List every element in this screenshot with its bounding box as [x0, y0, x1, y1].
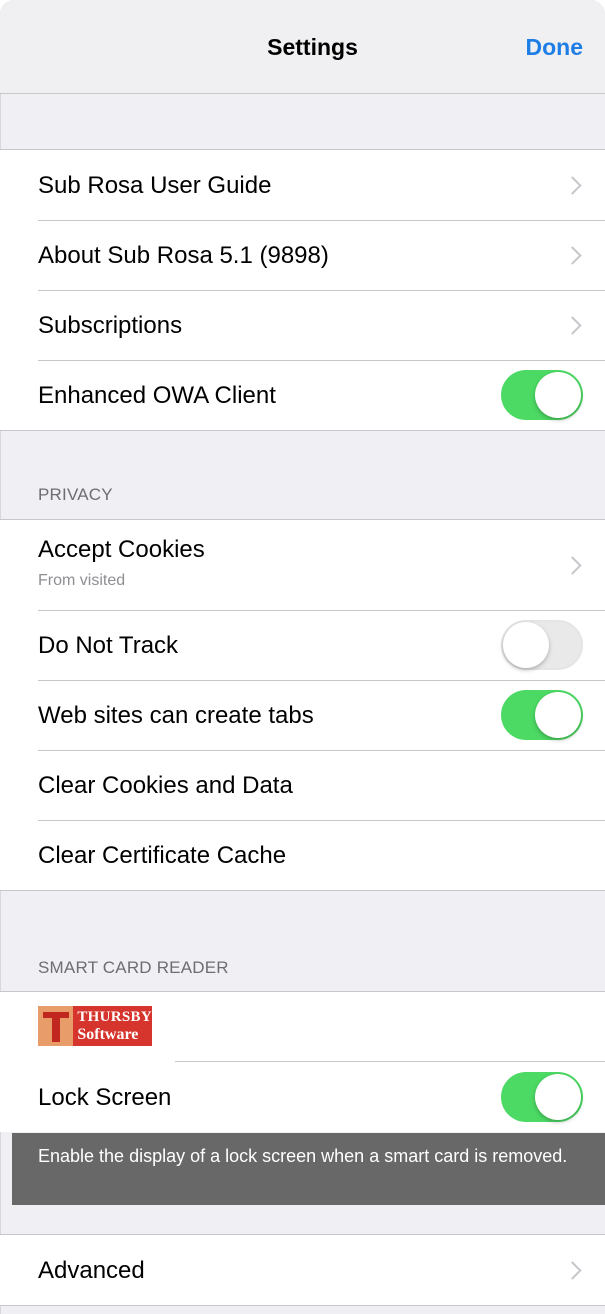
privacy-group: Accept Cookies From visited Do Not Track… — [0, 519, 605, 891]
smart-card-section-header: SMART CARD READER — [38, 958, 229, 977]
create-tabs-toggle[interactable] — [501, 690, 583, 740]
toggle-knob — [503, 622, 549, 668]
page-title: Settings — [267, 34, 358, 60]
done-button[interactable]: Done — [526, 34, 584, 61]
row-label: Do Not Track — [38, 632, 179, 659]
row-label: Subscriptions — [38, 312, 183, 339]
row-label: Accept Cookies — [38, 536, 205, 563]
toggle-knob — [535, 372, 581, 418]
user-guide-row[interactable]: Sub Rosa User Guide — [0, 150, 605, 220]
advanced-group: Advanced — [0, 1234, 605, 1306]
toggle-knob — [535, 692, 581, 738]
row-label: Enhanced OWA Client — [38, 382, 276, 409]
clear-cookies-row[interactable]: Clear Cookies and Data — [0, 750, 605, 820]
enhanced-owa-row: Enhanced OWA Client — [0, 360, 605, 430]
logo-text-line1: THURSBY — [77, 1009, 152, 1025]
enhanced-owa-toggle[interactable] — [501, 370, 583, 420]
row-label: Sub Rosa User Guide — [38, 172, 272, 199]
row-label: About Sub Rosa 5.1 (9898) — [38, 242, 329, 269]
lock-screen-row: Lock Screen — [0, 1062, 605, 1132]
chevron-right-icon — [563, 316, 582, 335]
chevron-right-icon — [563, 246, 582, 265]
row-label: Clear Certificate Cache — [38, 842, 287, 869]
accept-cookies-row[interactable]: Accept Cookies From visited — [0, 520, 605, 610]
create-tabs-row: Web sites can create tabs — [0, 680, 605, 750]
lock-screen-toggle[interactable] — [501, 1072, 583, 1122]
row-sublabel: From visited — [38, 572, 126, 589]
about-row[interactable]: About Sub Rosa 5.1 (9898) — [0, 220, 605, 290]
toggle-knob — [535, 1074, 581, 1120]
do-not-track-row: Do Not Track — [0, 610, 605, 680]
clear-certificate-cache-row[interactable]: Clear Certificate Cache — [0, 820, 605, 890]
do-not-track-toggle[interactable] — [501, 620, 583, 670]
row-label: Advanced — [38, 1257, 145, 1284]
subscriptions-row[interactable]: Subscriptions — [0, 290, 605, 360]
thursby-t-icon — [38, 1006, 74, 1046]
thursby-logo: THURSBY Software — [38, 1006, 152, 1046]
row-label: Clear Cookies and Data — [38, 772, 293, 799]
lock-screen-footnote: Enable the display of a lock screen when… — [12, 1133, 605, 1205]
chevron-right-icon — [563, 1261, 582, 1280]
general-group: Sub Rosa User Guide About Sub Rosa 5.1 (… — [0, 149, 605, 431]
settings-sheet: Settings Done Sub Rosa User Guide About … — [0, 0, 605, 1314]
row-label: Web sites can create tabs — [38, 702, 314, 729]
privacy-section-header: PRIVACY — [38, 485, 113, 504]
advanced-row[interactable]: Advanced — [0, 1235, 605, 1305]
smart-card-group: THURSBY Software Lock Screen — [0, 991, 605, 1132]
navigation-bar: Settings Done — [0, 0, 605, 94]
chevron-right-icon — [563, 176, 582, 195]
logo-text-line2: Software — [77, 1026, 139, 1043]
thursby-logo-row: THURSBY Software — [0, 992, 605, 1062]
row-label: Lock Screen — [38, 1084, 172, 1111]
chevron-right-icon — [563, 556, 582, 575]
